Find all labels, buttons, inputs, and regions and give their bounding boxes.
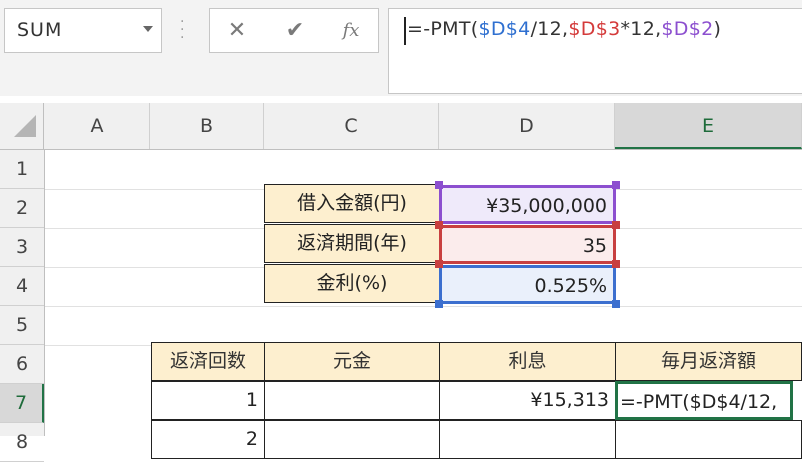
range-handle[interactable] bbox=[435, 300, 443, 308]
cell-d3-loan-term[interactable]: 35 bbox=[439, 225, 616, 264]
name-box[interactable]: SUM bbox=[4, 8, 162, 53]
cell-d6-interest-header[interactable]: 利息 bbox=[439, 342, 616, 381]
name-box-value[interactable]: SUM bbox=[17, 9, 62, 52]
cell-c4-interest-label[interactable]: 金利(%) bbox=[264, 264, 440, 303]
formula-part: /12, bbox=[530, 18, 569, 40]
cell-c8[interactable] bbox=[264, 420, 440, 459]
cell-c7-principal[interactable] bbox=[264, 381, 440, 420]
column-header-d[interactable]: D bbox=[439, 103, 615, 149]
cancel-icon[interactable]: ✕ bbox=[222, 9, 252, 52]
cell-e8[interactable] bbox=[615, 420, 802, 459]
cell-b6-payment-count-header[interactable]: 返済回数 bbox=[151, 342, 265, 381]
chevron-down-icon[interactable] bbox=[143, 26, 153, 32]
formula-area: SUM · · · ✕ ✔ fx =-PMT($D$4/12,$D$3*12,$D$… bbox=[0, 0, 802, 96]
range-handle[interactable] bbox=[612, 181, 620, 189]
range-handle[interactable] bbox=[435, 260, 443, 268]
column-header-row: A B C D E bbox=[0, 103, 802, 150]
range-handle[interactable] bbox=[435, 181, 443, 189]
row-header-5[interactable]: 5 bbox=[0, 306, 44, 345]
row-header-2[interactable]: 2 bbox=[0, 189, 44, 228]
select-all-icon[interactable] bbox=[14, 115, 36, 137]
formula-ref-d4: $D$4 bbox=[478, 18, 531, 40]
formula-ref-d2: $D$2 bbox=[661, 18, 714, 40]
row-header-3[interactable]: 3 bbox=[0, 228, 44, 267]
cell-c3-loan-term-label[interactable]: 返済期間(年) bbox=[264, 224, 440, 263]
check-icon[interactable]: ✔ bbox=[280, 9, 310, 52]
formula-bar[interactable]: =-PMT($D$4/12,$D$3*12,$D$2) bbox=[388, 8, 802, 94]
insert-function-icon[interactable]: fx bbox=[334, 9, 368, 52]
cell-b7-payment-count[interactable]: 1 bbox=[151, 381, 265, 420]
cell-d2-loan-amount[interactable]: ¥35,000,000 bbox=[439, 185, 616, 224]
cell-d7-interest[interactable]: ¥15,313 bbox=[439, 381, 616, 420]
formula-button-group: ✕ ✔ fx bbox=[209, 8, 379, 53]
column-header-b[interactable]: B bbox=[150, 103, 264, 149]
range-handle[interactable] bbox=[612, 300, 620, 308]
range-handle[interactable] bbox=[435, 221, 443, 229]
select-all-corner[interactable] bbox=[0, 103, 44, 149]
formula-part: *12, bbox=[620, 18, 662, 40]
cell-e7-monthly-payment-editing[interactable]: =-PMT($D$4/12, bbox=[615, 381, 793, 420]
text-cursor bbox=[404, 17, 406, 45]
range-handle[interactable] bbox=[612, 221, 620, 229]
column-header-a[interactable]: A bbox=[45, 103, 150, 149]
row-header-column: 1 2 3 4 5 6 7 8 bbox=[0, 150, 45, 462]
row-header-1[interactable]: 1 bbox=[0, 150, 44, 189]
cell-d8[interactable] bbox=[439, 420, 616, 459]
column-header-c[interactable]: C bbox=[264, 103, 439, 149]
row-header-6[interactable]: 6 bbox=[0, 345, 44, 384]
range-handle[interactable] bbox=[612, 260, 620, 268]
cell-b8-payment-count[interactable]: 2 bbox=[151, 420, 265, 459]
formula-part: =-PMT( bbox=[407, 18, 479, 40]
column-header-e[interactable]: E bbox=[615, 103, 802, 149]
formula-part: ) bbox=[713, 18, 722, 40]
gridline bbox=[45, 306, 802, 307]
cell-c2-loan-amount-label[interactable]: 借入金額(円) bbox=[264, 184, 440, 223]
cell-e6-monthly-payment-header[interactable]: 毎月返済額 bbox=[615, 342, 802, 381]
drag-handle-icon[interactable]: · · · bbox=[180, 15, 184, 45]
cell-d4-interest-rate[interactable]: 0.525% bbox=[439, 265, 616, 304]
cell-c6-principal-header[interactable]: 元金 bbox=[264, 342, 440, 381]
row-header-8[interactable]: 8 bbox=[0, 423, 44, 462]
formula-text[interactable]: =-PMT($D$4/12,$D$3*12,$D$2) bbox=[407, 18, 721, 40]
formula-ref-d3: $D$3 bbox=[568, 18, 621, 40]
row-header-4[interactable]: 4 bbox=[0, 267, 44, 306]
row-header-7[interactable]: 7 bbox=[0, 384, 44, 423]
